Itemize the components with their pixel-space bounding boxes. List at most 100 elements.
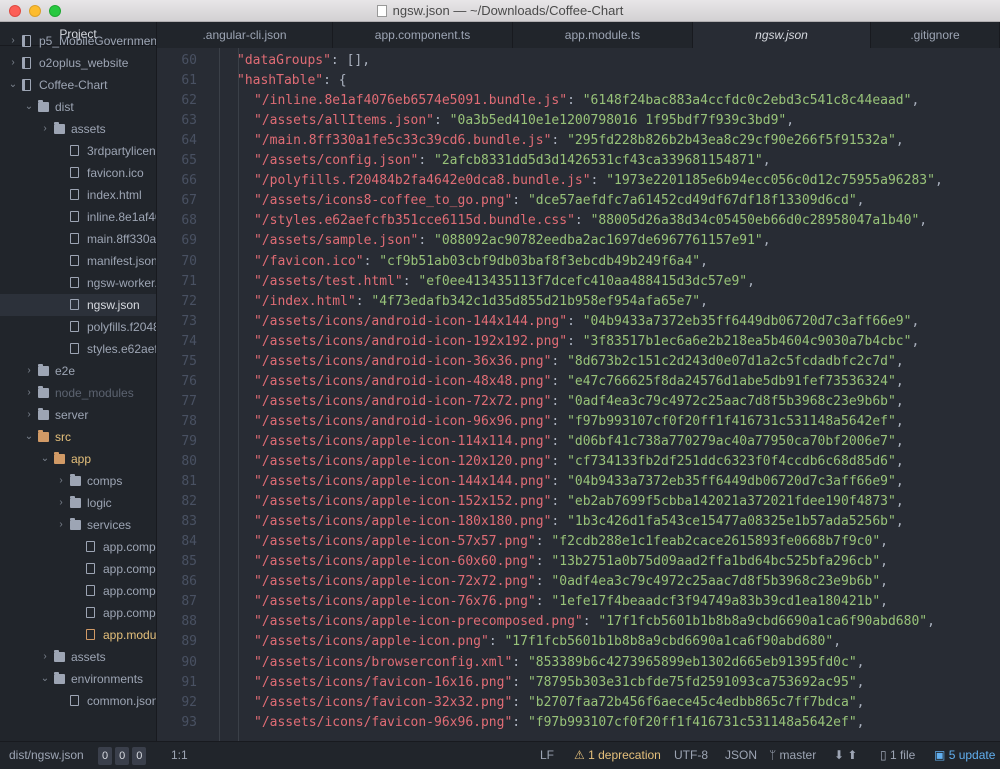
tree-file-item[interactable]: app.compone (0, 536, 156, 558)
chevron-right-icon[interactable]: › (24, 404, 34, 426)
tree-file-item[interactable]: common.json (0, 690, 156, 712)
tree-file-item[interactable]: app.compone (0, 558, 156, 580)
code-line[interactable]: "/assets/icons/apple-icon.png": "17f1fcb… (254, 632, 841, 652)
encoding-selector[interactable]: UTF-8 (674, 742, 708, 769)
tree-folder-item[interactable]: ⌄ environments (0, 668, 156, 690)
code-line[interactable]: "/assets/test.html": "ef0ee413435113f7dc… (254, 272, 755, 292)
code-line[interactable]: "/assets/icons/apple-icon-152x152.png": … (254, 492, 904, 512)
code-line[interactable]: "/assets/allItems.json": "0a3b5ed410e1e1… (254, 111, 794, 131)
chevron-right-icon[interactable]: › (24, 382, 34, 404)
code-line[interactable]: "/assets/icons/favicon-32x32.png": "b270… (254, 693, 865, 713)
tab-ngsw-json[interactable]: ngsw.json (693, 22, 871, 48)
chevron-right-icon[interactable]: › (56, 492, 66, 514)
tree-folder-item[interactable]: › services (0, 514, 156, 536)
code-line[interactable]: "/assets/sample.json": "088092ac90782eed… (254, 231, 771, 251)
tree-folder-item[interactable]: › assets (0, 646, 156, 668)
code-line[interactable]: "/assets/icons/android-icon-192x192.png"… (254, 332, 919, 352)
tree-folder-item[interactable]: ⌄ dist (0, 96, 156, 118)
code-line[interactable]: "/assets/icons/apple-icon-57x57.png": "f… (254, 532, 888, 552)
code-line[interactable]: "/assets/icons/android-icon-48x48.png": … (254, 372, 904, 392)
tree-file-item[interactable]: main.8ff330a1fe (0, 228, 156, 250)
tree-file-item[interactable]: inline.8e1af4076 (0, 206, 156, 228)
code-line[interactable]: "/assets/icons/apple-icon-180x180.png": … (254, 512, 904, 532)
tree-project-root[interactable]: › o2oplus_website (0, 52, 156, 74)
tree-folder-item[interactable]: › comps (0, 470, 156, 492)
code-line[interactable]: "/assets/icons/apple-icon-76x76.png": "1… (254, 592, 888, 612)
minimize-window-button[interactable] (29, 5, 41, 17)
code-line[interactable]: "/assets/icons/favicon-96x96.png": "f97b… (254, 713, 865, 733)
tab-app-component-ts[interactable]: app.component.ts (333, 22, 513, 48)
chevron-down-icon[interactable]: ⌄ (40, 448, 50, 470)
maximize-window-button[interactable] (49, 5, 61, 17)
package-updates[interactable]: ▣ 5 update (934, 742, 995, 769)
tab-gitignore[interactable]: .gitignore (871, 22, 1000, 48)
tree-folder-item[interactable]: › node_modules (0, 382, 156, 404)
tree-project-root[interactable]: ⌄ Coffee-Chart (0, 74, 156, 96)
code-line[interactable]: "/styles.e62aefcfb351cce6115d.bundle.css… (254, 211, 927, 231)
chevron-right-icon[interactable]: › (40, 118, 50, 140)
close-window-button[interactable] (9, 5, 21, 17)
fetch-arrows-icon[interactable]: ⬇ ⬆ (834, 742, 857, 769)
tab-app-module-ts[interactable]: app.module.ts (513, 22, 693, 48)
code-line[interactable]: "/assets/icons/android-icon-72x72.png": … (254, 392, 904, 412)
code-line[interactable]: "/assets/icons/android-icon-144x144.png"… (254, 312, 919, 332)
code-line[interactable]: "/main.8ff330a1fe5c33c39cd6.bundle.js": … (254, 131, 904, 151)
chevron-down-icon[interactable]: ⌄ (24, 96, 34, 118)
code-line[interactable]: "/assets/icons/android-icon-96x96.png": … (254, 412, 904, 432)
code-line[interactable]: "/assets/icons/favicon-16x16.png": "7879… (254, 673, 865, 693)
tree-file-item[interactable]: ngsw-worker.js (0, 272, 156, 294)
tree-folder-item[interactable]: › server (0, 404, 156, 426)
chevron-down-icon[interactable]: ⌄ (40, 668, 50, 690)
chevron-right-icon[interactable]: › (8, 30, 18, 52)
code-line[interactable]: "hashTable": { (237, 71, 347, 91)
tree-file-item[interactable]: favicon.ico (0, 162, 156, 184)
code-line[interactable]: "/assets/icons/apple-icon-60x60.png": "1… (254, 552, 888, 572)
code-line[interactable]: "/assets/icons/apple-icon-72x72.png": "0… (254, 572, 888, 592)
code-line[interactable]: "/assets/icons/apple-icon-144x144.png": … (254, 472, 904, 492)
line-number-gutter[interactable]: 60 61 62 63 64 65 66 67 68 69 70 71 72 73 74 75 76 77 78 79… (157, 48, 197, 741)
tree-project-root[interactable]: › p5_MobileGovernment (0, 30, 156, 52)
text-editor[interactable]: 60 61 62 63 64 65 66 67 68 69 70 71 72 73 74 75 76 77 78 79… (157, 48, 1000, 741)
tree-folder-item[interactable]: › logic (0, 492, 156, 514)
chevron-right-icon[interactable]: › (56, 514, 66, 536)
tree-folder-item[interactable]: › e2e (0, 360, 156, 382)
tree-file-item[interactable]: app.module.ts (0, 624, 156, 646)
code-line[interactable]: "/assets/config.json": "2afcb8331dd5d3d1… (254, 151, 771, 171)
code-line[interactable]: "/favicon.ico": "cf9b51ab03cbf9db03baf8f… (254, 252, 708, 272)
code-line[interactable]: "/index.html": "4f73edafb342c1d35d855d21… (254, 292, 708, 312)
code-line[interactable]: "/assets/icons/browserconfig.xml": "8533… (254, 653, 865, 673)
chevron-right-icon[interactable]: › (40, 646, 50, 668)
chevron-right-icon[interactable]: › (8, 52, 18, 74)
code-line[interactable]: "/assets/icons8-coffee_to_go.png": "dce5… (254, 191, 865, 211)
tree-folder-item[interactable]: ⌄ src (0, 426, 156, 448)
line-ending-selector[interactable]: LF (540, 742, 554, 769)
code-line[interactable]: "/polyfills.f20484b2fa4642e0dca8.bundle.… (254, 171, 943, 191)
tree-file-item[interactable]: ngsw.json (0, 294, 156, 316)
deprecation-status[interactable]: ⚠ 1 deprecation (574, 742, 661, 769)
tree-file-item[interactable]: styles.e62aefcfb (0, 338, 156, 360)
chevron-right-icon[interactable]: › (24, 360, 34, 382)
code-line[interactable]: "/assets/icons/android-icon-36x36.png": … (254, 352, 904, 372)
code-line[interactable]: "/assets/icons/apple-icon-120x120.png": … (254, 452, 904, 472)
grammar-selector[interactable]: JSON (725, 742, 757, 769)
cursor-position[interactable]: 1:1 (171, 742, 188, 769)
tree-file-item[interactable]: app.compone (0, 602, 156, 624)
status-file-path[interactable]: dist/ngsw.json (9, 742, 84, 769)
tree-file-item[interactable]: manifest.json (0, 250, 156, 272)
chevron-down-icon[interactable]: ⌄ (24, 426, 34, 448)
changed-files[interactable]: ▯ 1 file (880, 742, 915, 769)
code-line[interactable]: "/inline.8e1af4076eb6574e5091.bundle.js"… (254, 91, 919, 111)
chevron-down-icon[interactable]: ⌄ (8, 74, 18, 96)
tree-folder-item[interactable]: › assets (0, 118, 156, 140)
git-branch[interactable]: ᛘ master (769, 742, 816, 769)
code-line[interactable]: "/assets/icons/apple-icon-precomposed.pn… (254, 612, 935, 632)
code-line[interactable]: "dataGroups": [], (237, 51, 370, 71)
tab-angular-cli-json[interactable]: .angular-cli.json (157, 22, 333, 48)
tree-file-item[interactable]: 3rdpartylicenses (0, 140, 156, 162)
tree-folder-item[interactable]: ⌄ app (0, 448, 156, 470)
tree-file-item[interactable]: index.html (0, 184, 156, 206)
tree-file-item[interactable]: polyfills.f20484b (0, 316, 156, 338)
chevron-right-icon[interactable]: › (56, 470, 66, 492)
diagnostic-counts[interactable]: 0 0 0 (98, 747, 147, 765)
code-line[interactable]: "/assets/icons/apple-icon-114x114.png": … (254, 432, 904, 452)
